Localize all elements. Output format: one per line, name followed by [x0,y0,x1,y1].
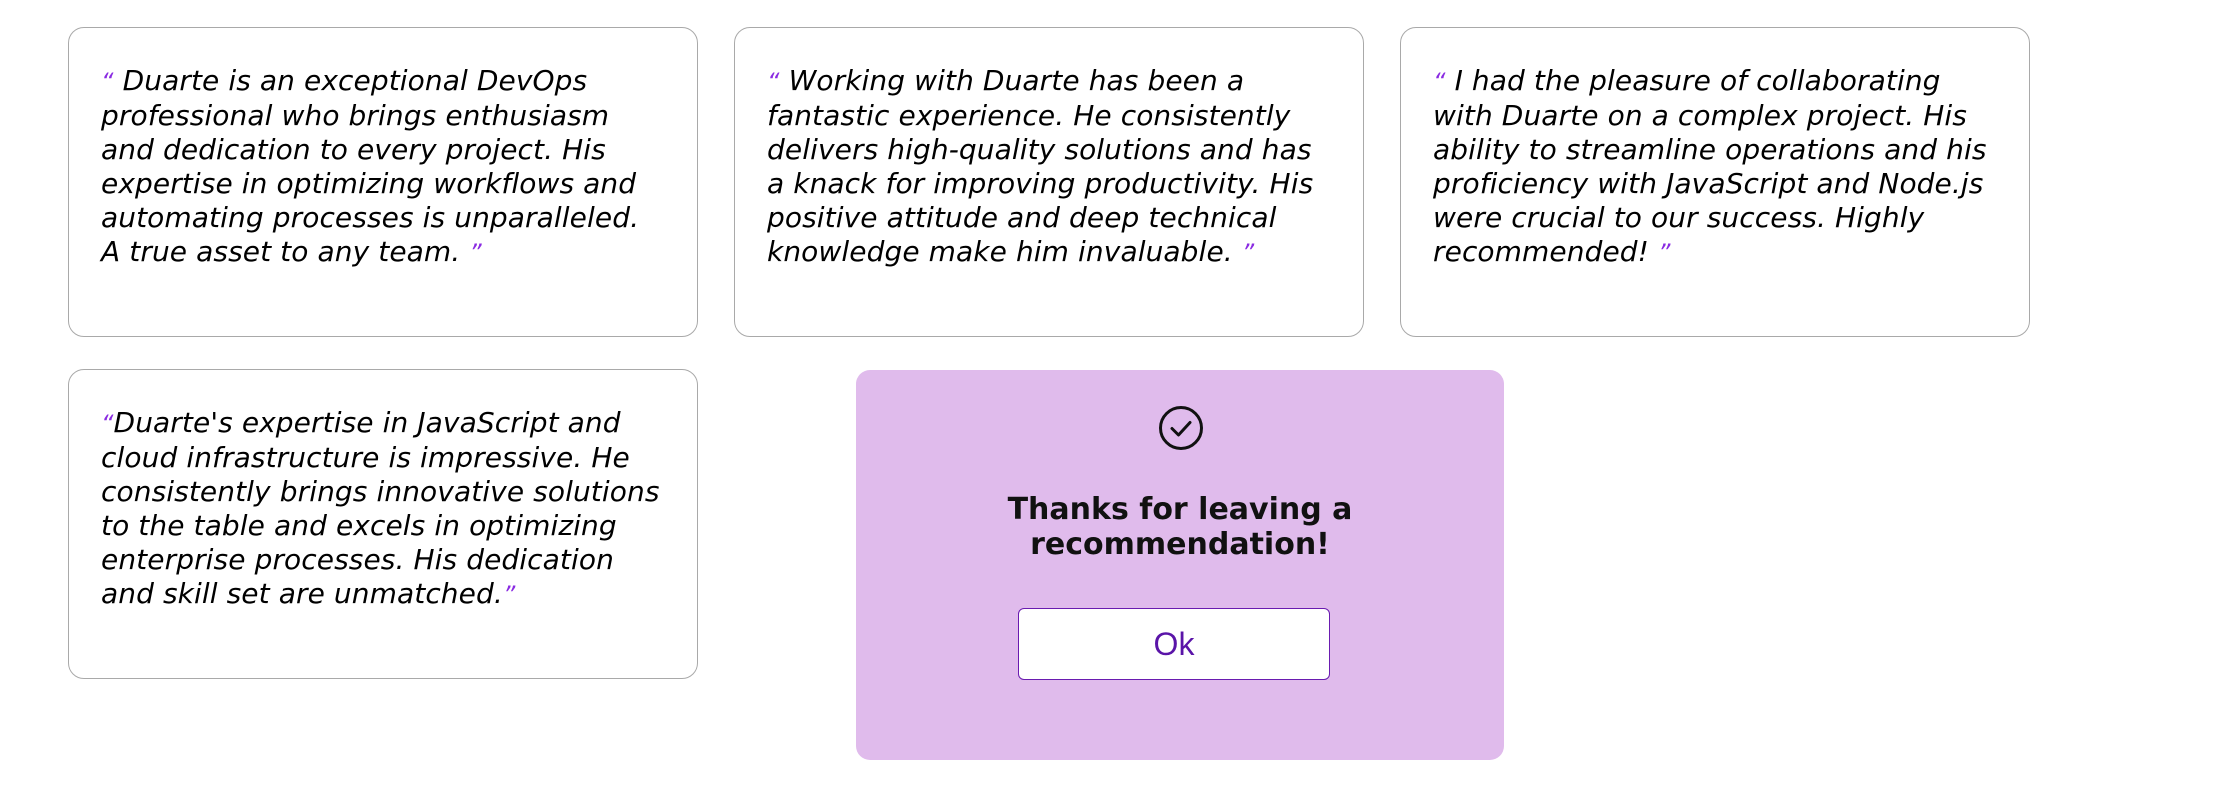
recommendation-text: “Duarte's expertise in JavaScript and cl… [101,406,665,612]
recommendation-card: “ Duarte is an exceptional DevOps profes… [68,27,698,337]
open-quote-icon: “ [767,68,780,96]
confirmation-message: Thanks for leaving a recommendation! [1007,492,1353,562]
recommendation-body: Duarte is an exceptional DevOps professi… [101,64,640,268]
recommendation-text: “ Duarte is an exceptional DevOps profes… [101,64,665,270]
recommendation-text: “ Working with Duarte has been a fantast… [767,64,1331,270]
ok-button[interactable]: Ok [1018,608,1330,680]
recommendation-text: “ I had the pleasure of collaborating wi… [1433,64,1997,270]
open-quote-icon: “ [101,410,114,438]
open-quote-icon: “ [1433,68,1446,96]
close-quote-icon: ” [1241,239,1255,267]
open-quote-icon: “ [101,68,114,96]
close-quote-icon: ” [469,239,482,267]
check-circle-icon [1159,406,1203,450]
close-quote-icon: ” [1658,239,1671,267]
recommendation-body: I had the pleasure of collaborating with… [1433,64,1987,268]
recommendation-card: “ I had the pleasure of collaborating wi… [1400,27,2030,337]
recommendation-body: Working with Duarte has been a fantastic… [767,64,1314,268]
recommendation-card: “Duarte's expertise in JavaScript and cl… [68,369,698,679]
close-quote-icon: ” [502,581,516,609]
confirmation-dialog: Thanks for leaving a recommendation! Ok [856,370,1504,760]
recommendation-body: Duarte's expertise in JavaScript and clo… [101,406,660,610]
recommendation-card: “ Working with Duarte has been a fantast… [734,27,1364,337]
